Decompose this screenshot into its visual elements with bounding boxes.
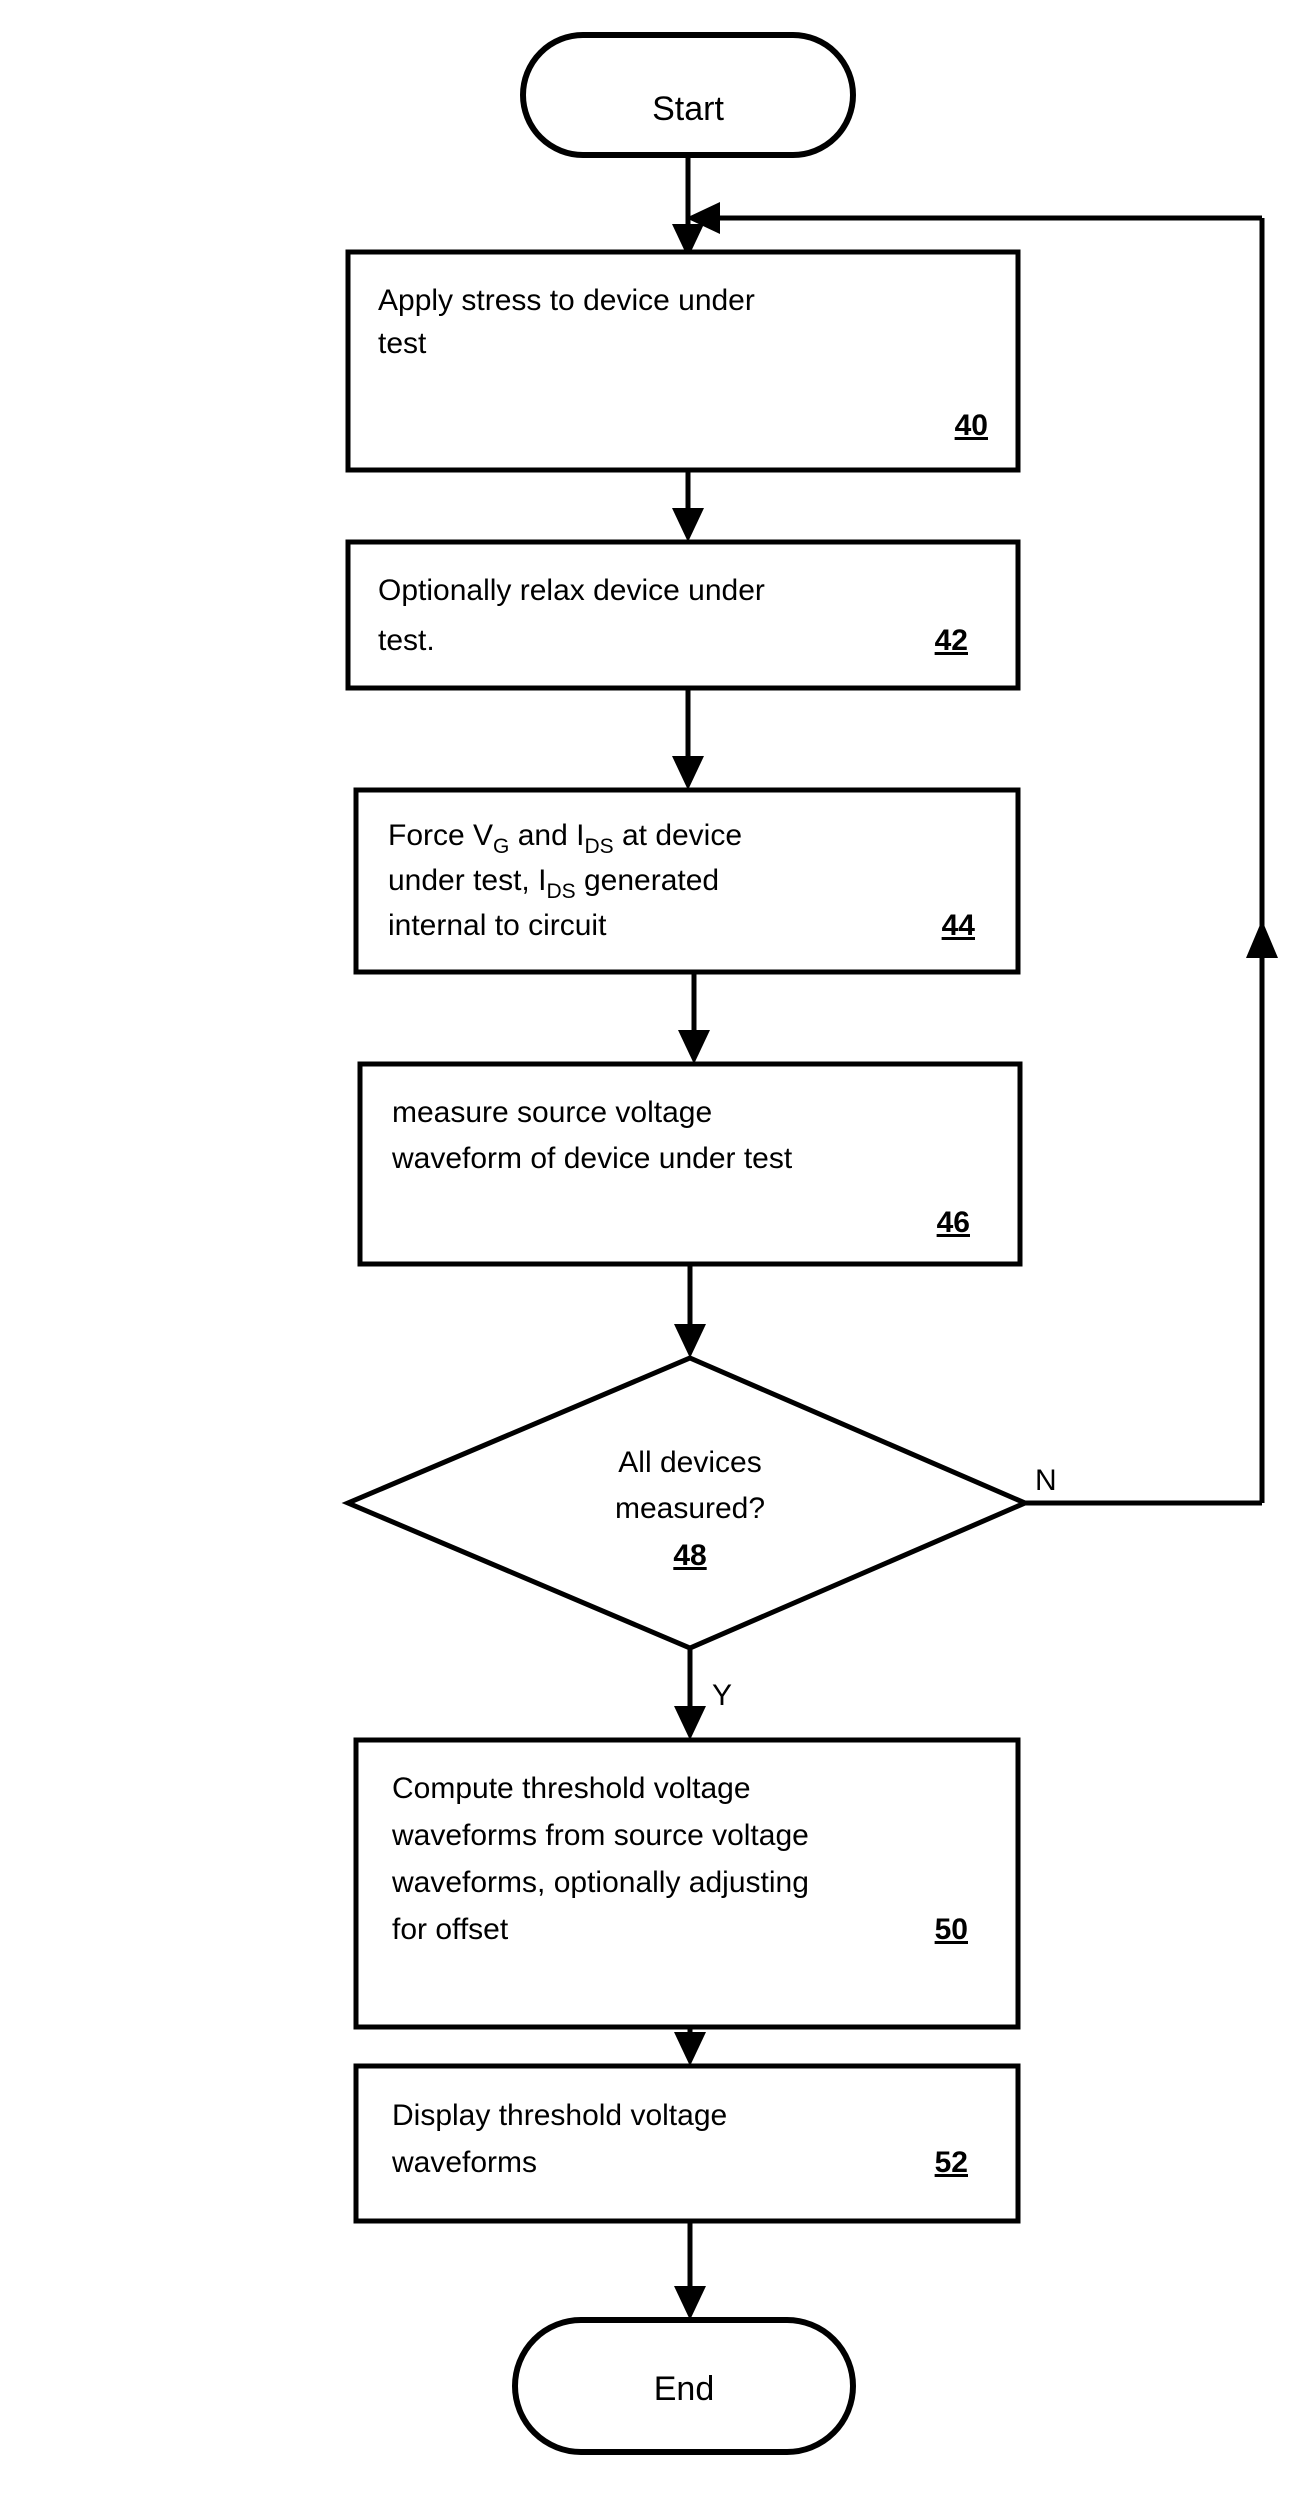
arrow-down-icon xyxy=(674,2032,706,2066)
step-50-line-1: Compute threshold voltage xyxy=(392,1772,751,1805)
end-node[interactable]: End xyxy=(512,2317,856,2455)
step-52-line-2: waveforms xyxy=(391,2146,537,2179)
flowchart-canvas: Start Apply stress to device under test … xyxy=(0,0,1294,2501)
step-44-l2-a: under test, I xyxy=(388,864,546,897)
step-44-l1-sub-g: G xyxy=(493,835,509,858)
process-step-44[interactable]: Force VG and IDS at device under test, I… xyxy=(353,787,1021,975)
end-label: End xyxy=(654,2370,715,2408)
step-52-ref: 52 xyxy=(935,2146,968,2179)
connector-step46-to-decision48 xyxy=(674,1264,706,1358)
connector-step44-to-step46 xyxy=(678,972,710,1064)
step-50-line-4: for offset xyxy=(392,1913,509,1946)
connector-step40-to-step42 xyxy=(672,470,704,542)
step-42-shape xyxy=(345,539,1021,691)
arrow-down-icon xyxy=(678,1030,710,1064)
decision-48-line-2: measured? xyxy=(615,1492,765,1525)
step-40-ref: 40 xyxy=(955,409,988,442)
step-44-l2-sub-ds: DS xyxy=(546,880,575,903)
step-46-line-2: waveform of device under test xyxy=(391,1142,793,1175)
step-44-line-3: internal to circuit xyxy=(388,909,607,942)
decision-node-48[interactable]: All devices measured? 48 xyxy=(341,1355,1032,1651)
process-step-42[interactable]: Optionally relax device under test. 42 xyxy=(345,539,1021,691)
arrow-up-icon xyxy=(1246,920,1278,958)
step-40-line-1: Apply stress to device under xyxy=(378,284,755,317)
step-50-line-3: waveforms, optionally adjusting xyxy=(391,1866,809,1899)
step-50-ref: 50 xyxy=(935,1913,968,1946)
step-46-ref: 46 xyxy=(937,1206,970,1239)
step-50-line-2: waveforms from source voltage xyxy=(391,1819,809,1852)
arrow-down-icon xyxy=(674,1706,706,1740)
step-44-l1-sub-ds: DS xyxy=(584,835,613,858)
decision-branch-no-label: N xyxy=(1035,1464,1057,1497)
process-step-46[interactable]: measure source voltage waveform of devic… xyxy=(357,1061,1023,1267)
decision-48-line-1: All devices xyxy=(618,1446,761,1479)
decision-48-ref: 48 xyxy=(673,1539,706,1572)
process-step-52[interactable]: Display threshold voltage waveforms 52 xyxy=(353,2063,1021,2224)
step-44-l1-c: at device xyxy=(614,819,742,852)
connector-decision48-to-step50 xyxy=(674,1648,706,1740)
step-44-l2-b: generated xyxy=(576,864,719,897)
process-step-50[interactable]: Compute threshold voltage waveforms from… xyxy=(353,1737,1021,2030)
connector-step50-to-step52 xyxy=(674,2027,706,2066)
process-step-40[interactable]: Apply stress to device under test 40 xyxy=(345,249,1021,473)
arrow-down-icon xyxy=(674,2286,706,2320)
start-label: Start xyxy=(652,90,724,128)
connector-step52-to-end xyxy=(674,2221,706,2320)
arrow-down-icon xyxy=(672,508,704,542)
connector-step42-to-step44 xyxy=(672,688,704,790)
step-46-line-1: measure source voltage xyxy=(392,1096,712,1129)
step-42-line-1: Optionally relax device under xyxy=(378,574,765,607)
step-44-ref: 44 xyxy=(942,909,976,942)
decision-branch-yes-label: Y xyxy=(712,1679,732,1712)
step-42-line-2: test. xyxy=(378,624,435,657)
step-40-line-2: test xyxy=(378,327,427,360)
connector-start-to-step40 xyxy=(672,155,704,258)
step-52-shape xyxy=(353,2063,1021,2224)
step-42-ref: 42 xyxy=(935,624,968,657)
arrow-down-icon xyxy=(674,1324,706,1358)
step-44-l1-b: and I xyxy=(509,819,584,852)
step-52-line-1: Display threshold voltage xyxy=(392,2099,727,2132)
step-44-l1-a: Force V xyxy=(388,819,493,852)
arrow-down-icon xyxy=(672,756,704,790)
start-node[interactable]: Start xyxy=(520,32,856,158)
